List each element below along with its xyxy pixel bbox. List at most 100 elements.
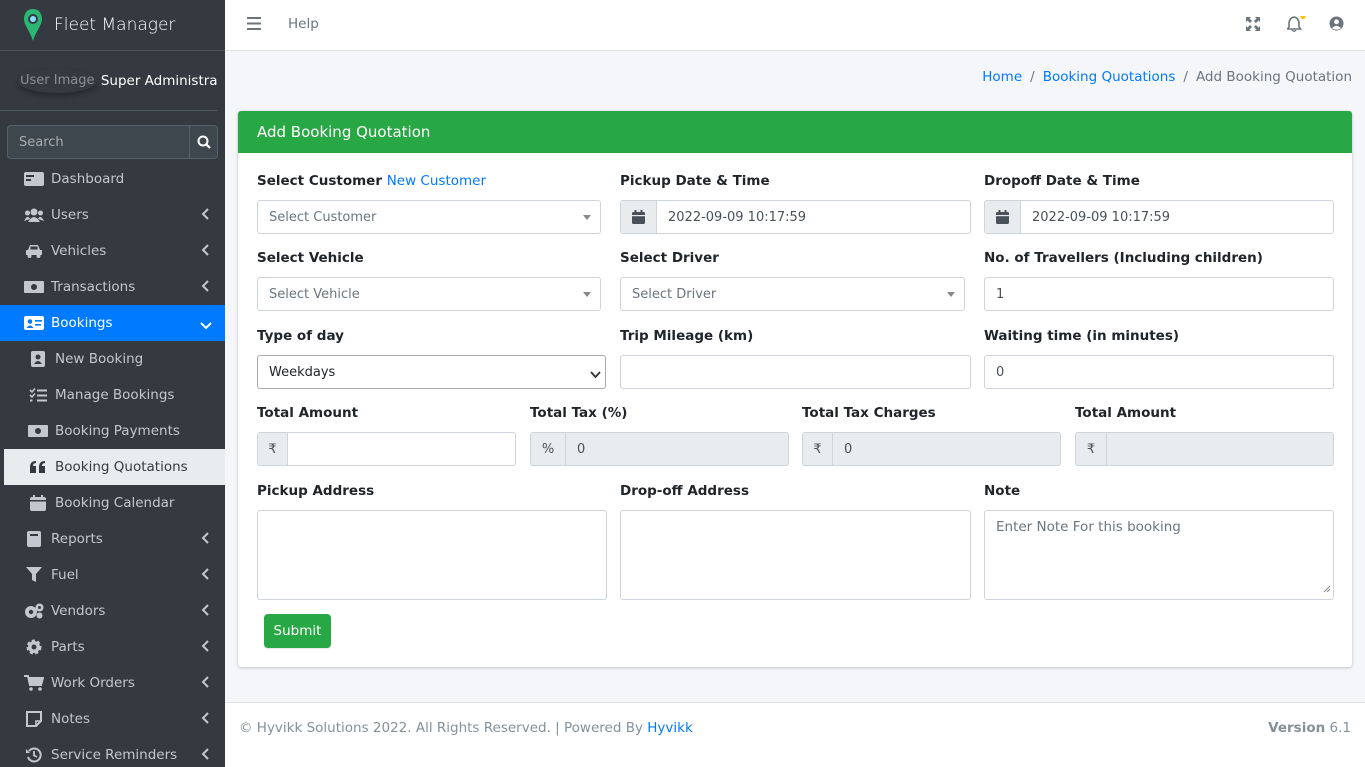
sidebar-item-label: Dashboard <box>51 171 125 187</box>
card-header: Add Booking Quotation <box>238 111 1352 153</box>
sidebar-item-work-orders[interactable]: Work Orders <box>0 665 225 701</box>
sidebar-item-booking-calendar[interactable]: Booking Calendar <box>4 485 225 521</box>
sidebar-item-label: Booking Payments <box>55 423 180 439</box>
sidebar-item-vendors[interactable]: Vendors <box>0 593 225 629</box>
grand-total-input: ₹ <box>1075 432 1334 466</box>
sidebar-item-manage-bookings[interactable]: Manage Bookings <box>4 377 225 413</box>
dropoff-datetime-field[interactable]: 2022-09-09 10:17:59 <box>984 200 1334 234</box>
footer-copyright: © Hyvikk Solutions 2022. All Rights Rese… <box>239 720 693 736</box>
sidebar-item-parts[interactable]: Parts <box>0 629 225 665</box>
brand-title: Fleet Manager <box>54 15 176 35</box>
pickup-datetime-field[interactable]: 2022-09-09 10:17:59 <box>620 200 971 234</box>
total-amount-input[interactable]: ₹ <box>257 432 516 466</box>
sidebar-item-service-reminders[interactable]: Service Reminders <box>0 737 225 767</box>
customer-select[interactable]: Select Customer <box>257 200 601 234</box>
vehicle-select[interactable]: Select Vehicle <box>257 277 601 311</box>
breadcrumb-separator: / <box>1183 69 1188 85</box>
breadcrumb-current: Add Booking Quotation <box>1195 69 1352 85</box>
chevron-left-icon <box>201 712 209 728</box>
day-type-value: Weekdays <box>269 364 336 380</box>
sidebar-item-label: Reports <box>51 531 103 547</box>
breadcrumb-booking-quotations[interactable]: Booking Quotations <box>1043 69 1176 85</box>
sidebar-item-label: Booking Calendar <box>55 495 175 511</box>
sidebar-item-label: Booking Quotations <box>55 459 188 475</box>
sidebar-item-booking-quotations[interactable]: Booking Quotations <box>4 449 225 485</box>
grand-total-label: Total Amount <box>1075 405 1177 421</box>
gear-icon <box>24 639 44 655</box>
pickup-datetime-label: Pickup Date & Time <box>620 173 770 189</box>
sidebar-item-fuel[interactable]: Fuel <box>0 557 225 593</box>
fullscreen-icon[interactable] <box>1246 17 1260 35</box>
user-name[interactable]: Super Administrator <box>101 73 217 89</box>
mileage-input[interactable] <box>620 355 971 389</box>
bookings-submenu: New Booking Manage Bookings Booking Paym… <box>0 341 225 521</box>
money-icon <box>24 279 44 295</box>
sidebar-item-transactions[interactable]: Transactions <box>0 269 225 305</box>
menu-toggle-icon[interactable] <box>247 17 261 34</box>
day-type-select[interactable]: Weekdays <box>257 355 606 389</box>
card-title: Add Booking Quotation <box>257 123 431 141</box>
dropoff-address-textarea[interactable] <box>620 510 971 600</box>
sidebar-item-reports[interactable]: Reports <box>0 521 225 557</box>
tax-charges-input: ₹0 <box>802 432 1061 466</box>
new-customer-link[interactable]: New Customer <box>387 173 486 189</box>
chevron-left-icon <box>201 532 209 548</box>
dropoff-datetime-value: 2022-09-09 10:17:59 <box>1032 209 1171 225</box>
dropdown-caret-icon <box>947 292 955 297</box>
chevron-left-icon <box>201 568 209 584</box>
sidebar-item-label: Work Orders <box>51 675 135 691</box>
user-panel[interactable]: User Image Super Administrator <box>0 51 217 111</box>
calendar-icon <box>985 201 1021 233</box>
total-amount-label: Total Amount <box>257 405 359 421</box>
footer-version: Version 6.1 <box>1268 720 1351 736</box>
note-placeholder: Enter Note For this booking <box>996 519 1181 535</box>
breadcrumb-home[interactable]: Home <box>982 69 1022 85</box>
search-input[interactable] <box>7 125 189 159</box>
topbar: Help <box>225 0 1365 51</box>
sidebar-item-label: Notes <box>51 711 90 727</box>
sidebar-item-dashboard[interactable]: Dashboard <box>0 161 225 197</box>
resize-handle-icon[interactable] <box>1323 581 1331 597</box>
dropdown-caret-icon <box>583 292 591 297</box>
pickup-address-textarea[interactable] <box>257 510 607 600</box>
cart-icon <box>24 675 44 691</box>
rupee-addon: ₹ <box>1076 433 1107 465</box>
customer-label-text: Select Customer <box>257 173 382 189</box>
sidebar-item-label: Transactions <box>51 279 136 295</box>
travellers-input[interactable]: 1 <box>984 277 1334 311</box>
sidebar-item-label: Vehicles <box>51 243 107 259</box>
tax-charges-label: Total Tax Charges <box>802 405 936 421</box>
pickup-datetime-value: 2022-09-09 10:17:59 <box>668 209 807 225</box>
users-icon <box>24 207 44 223</box>
search-button[interactable] <box>189 125 218 159</box>
help-link[interactable]: Help <box>288 16 319 32</box>
driver-label: Select Driver <box>620 250 719 266</box>
hyvikk-link[interactable]: Hyvikk <box>647 720 693 736</box>
avatar[interactable]: User Image <box>18 69 97 93</box>
travellers-label: No. of Travellers (Including children) <box>984 250 1263 266</box>
address-card-icon <box>24 315 44 331</box>
waiting-time-input[interactable]: 0 <box>984 355 1334 389</box>
footer: © Hyvikk Solutions 2022. All Rights Rese… <box>225 702 1365 767</box>
bell-icon[interactable] <box>1285 13 1307 36</box>
sidebar-item-bookings[interactable]: Bookings <box>0 305 225 341</box>
chevron-left-icon <box>201 604 209 620</box>
submit-button[interactable]: Submit <box>264 614 331 648</box>
note-icon <box>24 711 44 727</box>
sidebar-item-notes[interactable]: Notes <box>0 701 225 737</box>
note-textarea[interactable]: Enter Note For this booking <box>984 510 1334 600</box>
sidebar-item-booking-payments[interactable]: Booking Payments <box>4 413 225 449</box>
breadcrumb-separator: / <box>1030 69 1035 85</box>
user-account-icon[interactable] <box>1329 16 1344 35</box>
chevron-down-icon <box>590 368 601 383</box>
sidebar-item-new-booking[interactable]: New Booking <box>4 341 225 377</box>
pickup-address-label: Pickup Address <box>257 483 375 499</box>
sidebar-item-label: Vendors <box>51 603 106 619</box>
rupee-addon: ₹ <box>803 433 833 465</box>
sidebar-item-users[interactable]: Users <box>0 197 225 233</box>
customer-select-placeholder: Select Customer <box>269 209 377 225</box>
sidebar-item-vehicles[interactable]: Vehicles <box>0 233 225 269</box>
brand-logo-icon <box>22 7 44 43</box>
brand[interactable]: Fleet Manager <box>0 0 225 51</box>
driver-select[interactable]: Select Driver <box>620 277 965 311</box>
